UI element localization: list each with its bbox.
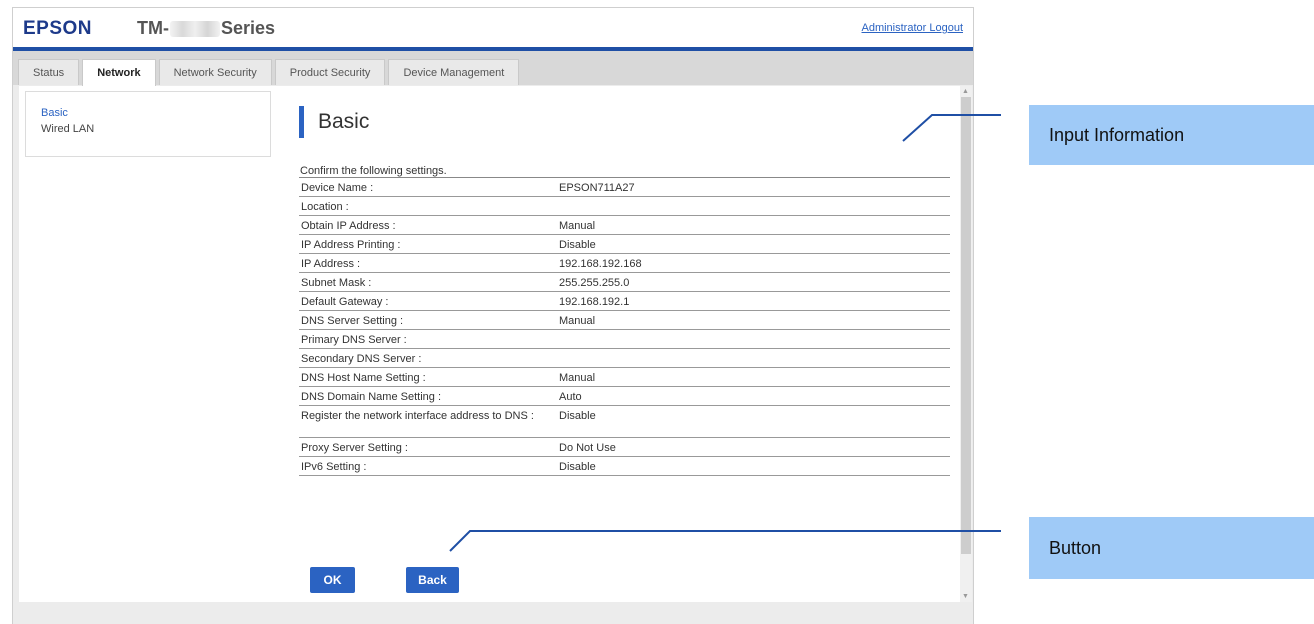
sidebar-item-wired-lan[interactable]: Wired LAN	[41, 123, 270, 135]
browser-window: EPSON TM- Series Administrator Logout St…	[12, 7, 974, 624]
scrollbar-thumb[interactable]	[961, 97, 971, 554]
row-value: Manual	[559, 315, 596, 327]
model-prefix: TM-	[137, 18, 169, 38]
administrator-logout-link[interactable]: Administrator Logout	[862, 22, 964, 34]
scrollbar[interactable]: ▲ ▼	[960, 86, 972, 602]
row-value: Do Not Use	[559, 442, 616, 454]
sidebar-item-basic[interactable]: Basic	[41, 107, 270, 119]
tab-network[interactable]: Network	[82, 59, 156, 86]
table-row: IP Address : 192.168.192.168	[299, 254, 950, 273]
row-value	[559, 201, 950, 215]
row-key: DNS Server Setting :	[301, 315, 404, 327]
epson-logo: EPSON	[23, 18, 93, 39]
tab-product-security[interactable]: Product Security	[274, 59, 386, 85]
table-row: Primary DNS Server :	[299, 330, 950, 349]
row-value: Manual	[559, 372, 596, 384]
model-suffix: Series	[220, 18, 276, 38]
row-value	[559, 353, 950, 367]
table-row: Default Gateway : 192.168.192.1	[299, 292, 950, 311]
model-name: TM- Series	[137, 18, 275, 39]
tab-bar: Status Network Network Security Product …	[13, 51, 973, 86]
page-title: Basic	[299, 106, 369, 138]
row-key: IP Address Printing :	[301, 239, 401, 251]
row-value: Disable	[559, 461, 596, 473]
row-value: Disable	[559, 239, 596, 251]
header: EPSON TM- Series Administrator Logout	[13, 8, 973, 47]
back-button[interactable]: Back	[406, 567, 459, 593]
row-key: Obtain IP Address :	[301, 220, 396, 232]
row-value	[559, 334, 950, 348]
row-key: Subnet Mask :	[301, 277, 372, 289]
table-row: DNS Host Name Setting : Manual	[299, 368, 950, 387]
row-key: DNS Host Name Setting :	[301, 372, 426, 384]
row-value: Manual	[559, 220, 596, 232]
settings-table: Device Name : EPSON711A27 Location : Obta…	[299, 177, 950, 476]
confirm-text: Confirm the following settings.	[300, 165, 447, 177]
table-row: Proxy Server Setting : Do Not Use	[299, 438, 950, 457]
sidebar: Basic Wired LAN	[25, 91, 271, 157]
content-area: Basic Wired LAN Basic Confirm the follow…	[19, 86, 961, 602]
table-row: Secondary DNS Server :	[299, 349, 950, 368]
row-key: IP Address :	[301, 258, 361, 270]
table-row: Subnet Mask : 255.255.255.0	[299, 273, 950, 292]
ok-button[interactable]: OK	[310, 567, 355, 593]
table-row: Location :	[299, 197, 950, 216]
tab-network-security[interactable]: Network Security	[158, 59, 272, 85]
tab-device-management[interactable]: Device Management	[388, 59, 520, 85]
table-row: DNS Server Setting : Manual	[299, 311, 950, 330]
row-key: Device Name :	[301, 182, 374, 194]
row-value: 192.168.192.168	[559, 258, 642, 270]
tab-status[interactable]: Status	[18, 59, 80, 85]
row-key: Default Gateway :	[301, 296, 389, 308]
table-row: DNS Domain Name Setting : Auto	[299, 387, 950, 406]
row-value: EPSON711A27	[559, 182, 635, 194]
row-key: IPv6 Setting :	[301, 461, 367, 473]
redacted-model-number	[169, 20, 220, 37]
row-key: Primary DNS Server :	[301, 334, 407, 346]
table-row: Register the network interface address t…	[299, 406, 950, 438]
row-value: 192.168.192.1	[559, 296, 630, 308]
table-row: Device Name : EPSON711A27	[299, 178, 950, 197]
row-key: Secondary DNS Server :	[301, 353, 422, 365]
row-value: 255.255.255.0	[559, 277, 630, 289]
table-row: Obtain IP Address : Manual	[299, 216, 950, 235]
callout-button: Button	[1029, 517, 1314, 579]
scroll-down-icon[interactable]: ▼	[962, 593, 969, 600]
scroll-up-icon[interactable]: ▲	[962, 88, 969, 95]
callout-input-information: Input Information	[1029, 105, 1314, 165]
table-row: IP Address Printing : Disable	[299, 235, 950, 254]
table-row: IPv6 Setting : Disable	[299, 457, 950, 476]
row-key: Proxy Server Setting :	[301, 442, 408, 454]
row-key: Register the network interface address t…	[301, 410, 534, 422]
row-value: Auto	[559, 391, 582, 403]
row-key: Location :	[301, 201, 349, 213]
row-key: DNS Domain Name Setting :	[301, 391, 441, 403]
row-value: Disable	[559, 410, 596, 422]
